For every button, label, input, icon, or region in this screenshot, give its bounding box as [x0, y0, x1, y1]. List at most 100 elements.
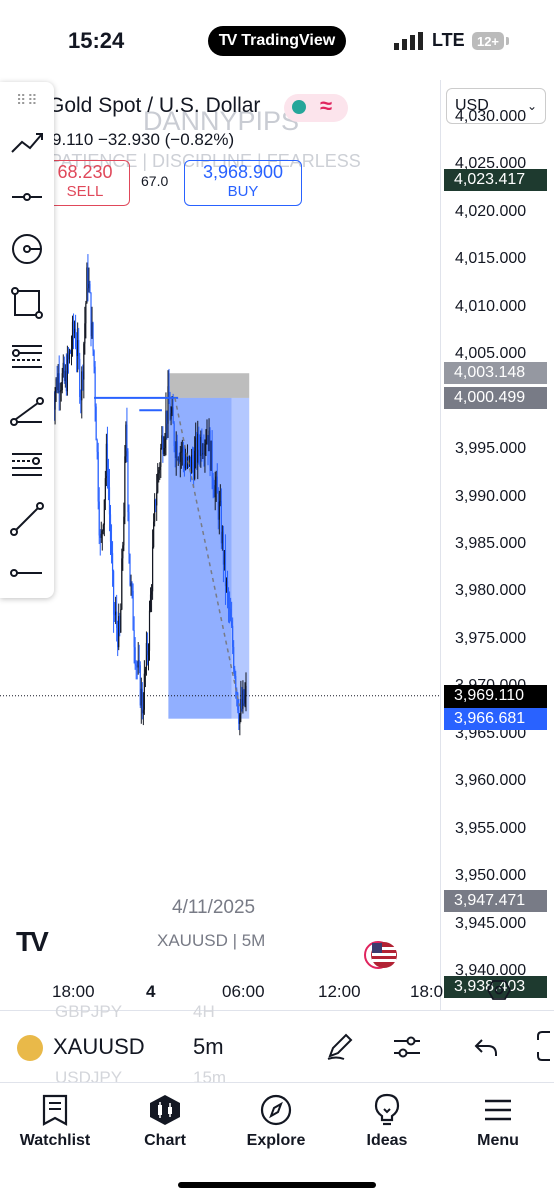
- candle-body: [117, 627, 119, 648]
- candle-body: [68, 351, 71, 360]
- candle-body: [119, 616, 121, 633]
- home-indicator[interactable]: [178, 1182, 376, 1188]
- ghost-interval-above: 4H: [193, 1002, 215, 1021]
- status-time: 15:24: [68, 28, 125, 53]
- symbol-selector[interactable]: XAUUSD: [53, 1034, 145, 1060]
- tradingview-watermark-icon: TV: [16, 926, 49, 957]
- line-tool-icon[interactable]: [8, 500, 46, 538]
- candle-body: [100, 533, 102, 538]
- drawing-pen-icon[interactable]: [324, 1030, 356, 1062]
- candle-body: [176, 441, 178, 460]
- time-tick: 18:0: [410, 982, 444, 1001]
- candle-body: [65, 370, 67, 392]
- buy-button[interactable]: 3,968.900 BUY: [184, 160, 302, 206]
- candle-body: [67, 354, 70, 360]
- candle-body: [147, 650, 150, 655]
- nav-ideas[interactable]: Ideas: [332, 1090, 442, 1150]
- symbol-title[interactable]: Gold Spot / U.S. Dollar: [48, 94, 260, 118]
- candle-body: [81, 371, 83, 401]
- candle-body: [154, 499, 156, 522]
- candle-body: [69, 351, 72, 354]
- tradingview-pill[interactable]: TV TradingView: [208, 26, 346, 56]
- candle-body: [121, 558, 123, 610]
- nav-menu-label: Menu: [477, 1132, 519, 1149]
- ghost-symbol-above: GBPJPY: [55, 1002, 123, 1021]
- candle-body: [178, 459, 180, 462]
- candle-body: [82, 371, 84, 380]
- time-tick: 4: [146, 982, 156, 1001]
- candle-body: [177, 459, 179, 461]
- chart-settings-hex-icon[interactable]: [487, 978, 511, 1002]
- candle-body: [96, 440, 98, 452]
- candle-body: [168, 386, 170, 404]
- pitchfork-tool-icon[interactable]: [8, 446, 46, 484]
- candle-body: [219, 501, 221, 503]
- horizontal-ray-tool-icon[interactable]: [8, 178, 46, 216]
- price-label-3: 3,969.110: [444, 684, 547, 707]
- time-tick: 18:00: [52, 982, 95, 1001]
- candle-body: [244, 694, 246, 704]
- nav-chart[interactable]: Chart: [110, 1090, 220, 1150]
- candle-body: [142, 709, 144, 714]
- candle-body: [144, 669, 147, 674]
- candle-body: [55, 378, 57, 393]
- us-flag-icon[interactable]: [364, 938, 398, 972]
- candle-body: [104, 478, 106, 500]
- circle-tool-icon[interactable]: [8, 230, 46, 268]
- trend-angle-tool-icon[interactable]: [8, 124, 46, 162]
- candle-body: [167, 386, 169, 424]
- trend-line-fan-tool-icon[interactable]: [8, 392, 46, 430]
- network-type: LTE: [432, 30, 465, 50]
- chart-date: 4/11/2025: [172, 897, 256, 918]
- candle-body: [128, 512, 130, 555]
- candle-body: [63, 362, 65, 381]
- candle-body: [71, 321, 74, 349]
- nav-chart-label: Chart: [144, 1132, 186, 1149]
- candle-body: [131, 583, 133, 591]
- candle-body: [170, 413, 172, 420]
- price-tick: 3,960.000: [455, 772, 527, 790]
- price-change: 9.110 −32.930 (−0.82%): [52, 130, 235, 149]
- candle-body: [136, 665, 138, 668]
- candle-body: [105, 443, 108, 479]
- candle-body: [224, 550, 227, 587]
- market-open-dot-icon: [292, 100, 306, 114]
- candle-body: [93, 350, 95, 367]
- fullscreen-icon[interactable]: [536, 1030, 554, 1062]
- candle-body: [207, 435, 209, 452]
- candle-body: [145, 643, 148, 670]
- price-tick: 3,950.000: [455, 867, 527, 885]
- candle-body: [185, 463, 188, 466]
- horizontal-line-tool-icon[interactable]: [8, 554, 46, 592]
- candle-body: [203, 452, 205, 455]
- candle-body: [169, 403, 171, 420]
- candle-body: [217, 493, 219, 520]
- sell-price: 68.230: [57, 162, 113, 182]
- price-tick: 3,980.000: [455, 582, 527, 600]
- interval-selector[interactable]: 5m: [193, 1034, 224, 1060]
- candle-body: [115, 611, 117, 615]
- candle-body: [210, 440, 212, 471]
- undo-icon[interactable]: [472, 1034, 500, 1060]
- fib-retracement-tool-icon[interactable]: [8, 338, 46, 376]
- price-chart[interactable]: [0, 80, 440, 1010]
- candle-body: [220, 501, 222, 544]
- candle-body: [215, 476, 217, 486]
- candle-body: [225, 581, 228, 587]
- nav-explore[interactable]: Explore: [221, 1090, 331, 1150]
- indicators-sliders-icon[interactable]: [392, 1032, 422, 1062]
- chart-tab-icon: [150, 1095, 180, 1125]
- candle-body: [218, 501, 220, 520]
- nav-watchlist[interactable]: Watchlist: [0, 1090, 110, 1150]
- candle-body: [110, 541, 113, 554]
- candle-body: [56, 378, 58, 391]
- candle-body: [233, 646, 235, 670]
- candle-body: [179, 451, 181, 462]
- candle-body: [156, 492, 158, 506]
- rectangle-tool-icon[interactable]: [8, 284, 46, 322]
- candle-body: [241, 698, 243, 709]
- candle-body: [139, 665, 141, 706]
- candle-body: [102, 524, 104, 531]
- nav-menu[interactable]: Menu: [443, 1090, 553, 1150]
- drag-handle-icon[interactable]: ⠿⠿: [16, 92, 39, 109]
